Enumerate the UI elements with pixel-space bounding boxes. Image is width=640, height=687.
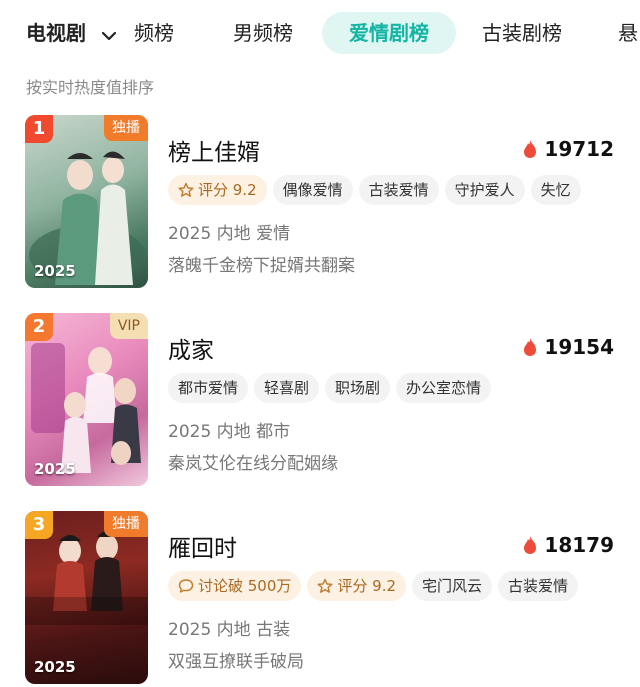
chat-bubble-icon	[178, 574, 194, 604]
drama-meta: 2025 内地 古装	[168, 620, 291, 640]
genre-tag[interactable]: 古装爱情	[358, 175, 439, 205]
poster-year: 2025	[34, 262, 76, 280]
sort-hint: 按实时热度值排序	[26, 78, 155, 97]
heat-value: 19712	[544, 137, 614, 161]
poster-year: 2025	[34, 658, 76, 676]
heat-score: 19154	[522, 335, 614, 362]
genre-tag[interactable]: 偶像爱情	[272, 175, 353, 205]
poster-image[interactable]: 3 独播 2025	[25, 511, 148, 684]
rating-tag[interactable]: 评分 9.2	[168, 175, 267, 205]
poster-image[interactable]: 2 VIP 2025	[25, 313, 148, 486]
tab-male-frequency-list[interactable]: 男频榜	[233, 16, 293, 50]
tab-romance-drama-list[interactable]: 爱情剧榜	[322, 12, 456, 54]
drama-title[interactable]: 雁回时	[168, 529, 237, 563]
top-tab-bar: 电视剧 频榜 男频榜 爱情剧榜 古装剧榜 悬	[0, 0, 640, 66]
genre-tag[interactable]: 失忆	[530, 175, 581, 205]
vip-badge: VIP	[109, 313, 148, 339]
discussion-tag[interactable]: 讨论破 500万	[168, 571, 302, 604]
heat-value: 19154	[544, 335, 614, 359]
category-label: 电视剧	[26, 21, 86, 45]
poster-image[interactable]: 1 独播 2025	[25, 115, 148, 288]
genre-tag[interactable]: 古装爱情	[498, 571, 579, 601]
flame-icon	[522, 337, 538, 362]
tab-costume-drama-list[interactable]: 古装剧榜	[482, 16, 562, 50]
genre-tag[interactable]: 办公室恋情	[396, 373, 492, 403]
tab-suspense-partial[interactable]: 悬	[618, 16, 638, 50]
drama-description: 秦岚艾伦在线分配姻缘	[168, 454, 338, 474]
star-icon	[317, 574, 333, 604]
category-dropdown[interactable]: 电视剧	[26, 16, 117, 50]
rank-badge: 1	[25, 115, 53, 143]
ranking-item[interactable]: 1 独播 2025 榜上佳婿 19712 评分 9.2 偶像爱情 古装爱情 守护爱人…	[0, 115, 640, 291]
exclusive-badge: 独播	[104, 115, 148, 141]
genre-tag[interactable]: 都市爱情	[168, 373, 249, 403]
drama-meta: 2025 内地 爱情	[168, 224, 291, 244]
drama-description: 双强互撩联手破局	[168, 652, 304, 672]
tag-list: 评分 9.2 偶像爱情 古装爱情 守护爱人 失忆	[168, 175, 587, 205]
exclusive-badge: 独播	[104, 511, 148, 537]
drama-title[interactable]: 成家	[168, 331, 214, 365]
rating-tag[interactable]: 评分 9.2	[307, 571, 407, 604]
rank-badge: 2	[25, 313, 53, 341]
flame-icon	[522, 535, 538, 560]
flame-icon	[522, 139, 538, 164]
drama-description: 落魄千金榜下捉婿共翻案	[168, 256, 355, 276]
star-icon	[178, 178, 194, 208]
genre-tag[interactable]: 职场剧	[325, 373, 391, 403]
chevron-down-icon	[101, 18, 117, 52]
genre-tag[interactable]: 轻喜剧	[254, 373, 320, 403]
heat-score: 19712	[522, 137, 614, 164]
tag-list: 讨论破 500万 评分 9.2 宅门风云 古装爱情	[168, 571, 584, 601]
heat-value: 18179	[544, 533, 614, 557]
genre-tag[interactable]: 守护爱人	[444, 175, 525, 205]
drama-meta: 2025 内地 都市	[168, 422, 291, 442]
genre-tag[interactable]: 宅门风云	[412, 571, 493, 601]
ranking-item[interactable]: 2 VIP 2025 成家 19154 都市爱情 轻喜剧 职场剧 办公室恋情 2025…	[0, 313, 640, 489]
heat-score: 18179	[522, 533, 614, 560]
tab-frequency-list[interactable]: 频榜	[134, 16, 174, 50]
tag-list: 都市爱情 轻喜剧 职场剧 办公室恋情	[168, 373, 497, 403]
ranking-item[interactable]: 3 独播 2025 雁回时 18179 讨论破 500万 评分 9.2 宅门风云…	[0, 511, 640, 687]
drama-title[interactable]: 榜上佳婿	[168, 133, 260, 167]
rank-badge: 3	[25, 511, 53, 539]
poster-year: 2025	[34, 460, 76, 478]
